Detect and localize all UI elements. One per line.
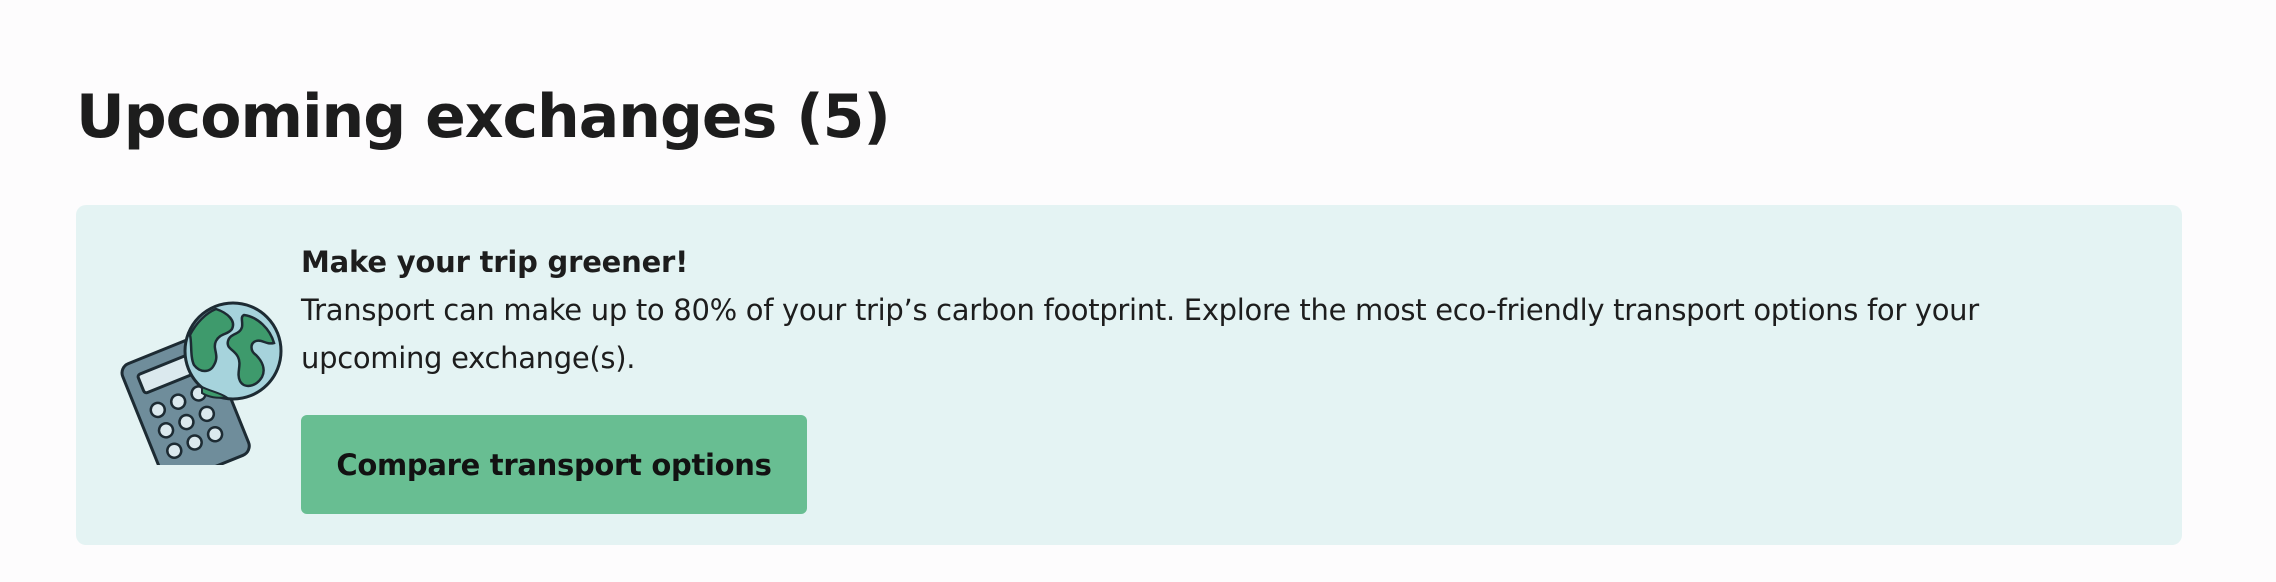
calculator-globe-icon xyxy=(120,301,283,465)
page-title: Upcoming exchanges (5) xyxy=(76,82,891,152)
eco-transport-banner: Make your trip greener! Transport can ma… xyxy=(76,205,2182,545)
compare-transport-button[interactable]: Compare transport options xyxy=(301,415,807,514)
banner-content: Make your trip greener! Transport can ma… xyxy=(301,238,2131,382)
banner-heading: Make your trip greener! xyxy=(301,245,689,279)
banner-description: Transport can make up to 80% of your tri… xyxy=(301,293,1979,375)
